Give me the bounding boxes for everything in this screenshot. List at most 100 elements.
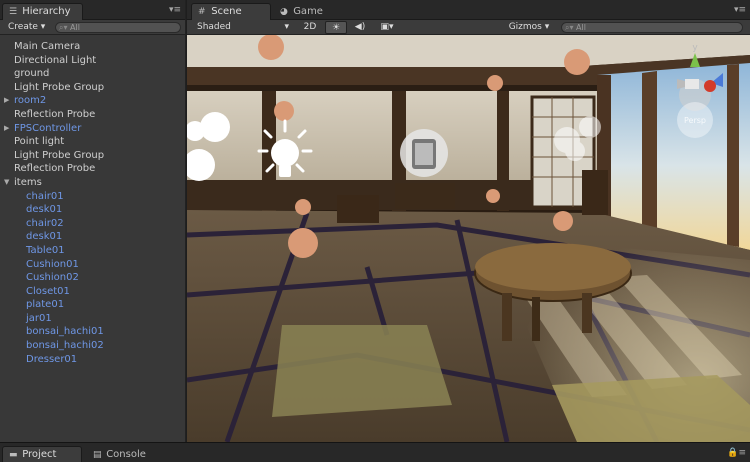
effects-dropdown[interactable]: ▣▾ xyxy=(373,21,401,34)
tab-console[interactable]: ▤ Console xyxy=(86,446,158,462)
hierarchy-item-label: bonsai_hachi02 xyxy=(26,340,104,352)
hierarchy-item[interactable]: bonsai_hachi02 xyxy=(0,339,185,353)
hierarchy-search-input[interactable]: ⌕▾ All xyxy=(55,22,181,33)
desk xyxy=(395,183,455,209)
hierarchy-item-label: Light Probe Group xyxy=(14,149,105,161)
hierarchy-item[interactable]: Light Probe Group xyxy=(0,149,185,163)
tab-hierarchy[interactable]: ☰ Hierarchy xyxy=(2,3,83,20)
hierarchy-tree: Main Camera Directional Light ground Light … xyxy=(0,35,185,366)
chevron-down-icon: ▾ xyxy=(40,22,46,32)
folder-icon: ▬ xyxy=(9,450,18,460)
audio-toggle[interactable]: ◀) xyxy=(349,21,371,34)
hierarchy-item[interactable]: Point light xyxy=(0,135,185,149)
expand-arrow-closed-icon[interactable]: ▶ xyxy=(4,94,9,108)
hierarchy-item[interactable]: Closet01 xyxy=(0,285,185,299)
mode-2d-button[interactable]: 2D xyxy=(299,21,321,34)
window-post xyxy=(642,71,657,235)
hierarchy-item-label: desk01 xyxy=(26,231,63,243)
expand-arrow-open-icon[interactable]: ▼ xyxy=(4,176,9,190)
hierarchy-item-label: items xyxy=(14,176,42,188)
hierarchy-item-label: bonsai_hachi01 xyxy=(26,326,104,338)
scene-panel-menu-icon[interactable]: ▾≡ xyxy=(734,5,746,15)
shading-mode-dropdown[interactable]: Shaded ▾ xyxy=(191,21,295,34)
dresser xyxy=(582,170,608,215)
hierarchy-item[interactable]: bonsai_hachi01 xyxy=(0,325,185,339)
hierarchy-item[interactable]: Dresser01 xyxy=(0,353,185,367)
scene-search-placeholder: All xyxy=(576,23,586,32)
hierarchy-item[interactable]: Cushion02 xyxy=(0,271,185,285)
tab-project[interactable]: ▬ Project xyxy=(2,446,82,462)
table-leg xyxy=(532,297,540,341)
hierarchy-item[interactable]: chair01 xyxy=(0,190,185,204)
hierarchy-item[interactable]: ▼ items xyxy=(0,176,185,190)
mode-2d-label: 2D xyxy=(303,22,317,32)
tab-game[interactable]: ◕ Game xyxy=(273,3,333,20)
hierarchy-item[interactable]: jar01 xyxy=(0,312,185,326)
expand-arrow-closed-icon[interactable]: ▶ xyxy=(4,122,9,136)
gizmos-label: Gizmos xyxy=(508,22,542,32)
scene-toolbar: Shaded ▾ 2D ☀ ◀) ▣▾ Gizmos ▾ ⌕▾ All xyxy=(187,20,750,35)
tab-project-label: Project xyxy=(22,449,57,460)
hierarchy-item[interactable]: ground xyxy=(0,67,185,81)
hierarchy-item[interactable]: Main Camera xyxy=(0,40,185,54)
hierarchy-item-label: FPSController xyxy=(14,122,82,134)
panel-menu-icon[interactable]: ▾≡ xyxy=(169,5,181,15)
scene-search-input[interactable]: ⌕▾ All xyxy=(561,22,743,33)
hierarchy-item-label: Table01 xyxy=(26,244,65,256)
grid-icon: # xyxy=(198,7,206,17)
chair xyxy=(337,195,379,223)
hierarchy-item-label: Main Camera xyxy=(14,41,81,52)
hierarchy-item-label: Light Probe Group xyxy=(14,81,105,93)
gizmo-axis-y-label: y xyxy=(692,43,698,53)
bottom-lock-icon[interactable]: 🔒≡ xyxy=(727,448,746,458)
hierarchy-item[interactable]: Cushion01 xyxy=(0,258,185,272)
cushion xyxy=(552,375,750,442)
create-dropdown[interactable]: Create ▾ xyxy=(3,21,50,34)
hierarchy-item[interactable]: Reflection Probe xyxy=(0,162,185,176)
scene-tabbar: # Scene ◕ Game ▾≡ xyxy=(187,0,750,20)
hierarchy-item-label: Cushion01 xyxy=(26,258,79,270)
bottom-tabbar: ▬ Project ▤ Console 🔒≡ xyxy=(0,442,750,462)
scene-panel: # Scene ◕ Game ▾≡ Shaded ▾ 2D ☀ ◀) ▣▾ Gi… xyxy=(187,0,750,442)
chevron-down-icon: ▾ xyxy=(544,22,550,32)
hierarchy-item-label: ground xyxy=(14,68,50,80)
hierarchy-item-label: plate01 xyxy=(26,299,65,311)
hierarchy-item[interactable]: Directional Light xyxy=(0,54,185,68)
hierarchy-item-label: chair01 xyxy=(26,190,64,202)
pacman-icon: ◕ xyxy=(280,7,288,17)
hierarchy-item[interactable]: desk01 xyxy=(0,230,185,244)
tab-game-label: Game xyxy=(293,6,323,17)
sun-icon: ☀ xyxy=(331,23,341,33)
hierarchy-item[interactable]: Table01 xyxy=(0,244,185,258)
hierarchy-item[interactable]: chair02 xyxy=(0,217,185,231)
shading-mode-label: Shaded xyxy=(197,22,231,32)
create-label: Create xyxy=(8,22,38,32)
hierarchy-item-label: Reflection Probe xyxy=(14,163,96,175)
hierarchy-item-label: Directional Light xyxy=(14,54,97,66)
hierarchy-item-label: chair02 xyxy=(26,217,64,229)
tab-hierarchy-label: Hierarchy xyxy=(22,6,71,17)
tab-scene[interactable]: # Scene xyxy=(191,3,271,20)
lighting-toggle[interactable]: ☀ xyxy=(325,21,347,34)
table-leg xyxy=(582,293,592,333)
speaker-icon: ◀) xyxy=(354,22,366,32)
window-post xyxy=(727,64,739,247)
camera-gizmo xyxy=(400,129,448,177)
hierarchy-item[interactable]: Reflection Probe xyxy=(0,108,185,122)
hierarchy-item[interactable]: plate01 xyxy=(0,298,185,312)
table-leg xyxy=(502,293,512,341)
hierarchy-item-label: Point light xyxy=(14,136,65,148)
hierarchy-item[interactable]: Light Probe Group xyxy=(0,81,185,95)
gizmo-persp-label[interactable]: Persp xyxy=(684,116,706,125)
hierarchy-search-placeholder: All xyxy=(70,23,80,32)
hierarchy-item[interactable]: ▶ room2 xyxy=(0,94,185,108)
hierarchy-item[interactable]: desk01 xyxy=(0,203,185,217)
scene-viewport[interactable]: y Persp xyxy=(187,35,750,442)
hierarchy-item[interactable]: ▶ FPSController xyxy=(0,122,185,136)
search-icon: ⌕▾ xyxy=(59,23,68,32)
tab-console-label: Console xyxy=(106,449,146,460)
scene-render: y Persp xyxy=(187,35,750,442)
gizmos-dropdown[interactable]: Gizmos ▾ xyxy=(505,21,553,34)
hierarchy-item-label: Cushion02 xyxy=(26,272,79,284)
hierarchy-tabbar: ☰ Hierarchy ▾≡ xyxy=(0,0,185,20)
